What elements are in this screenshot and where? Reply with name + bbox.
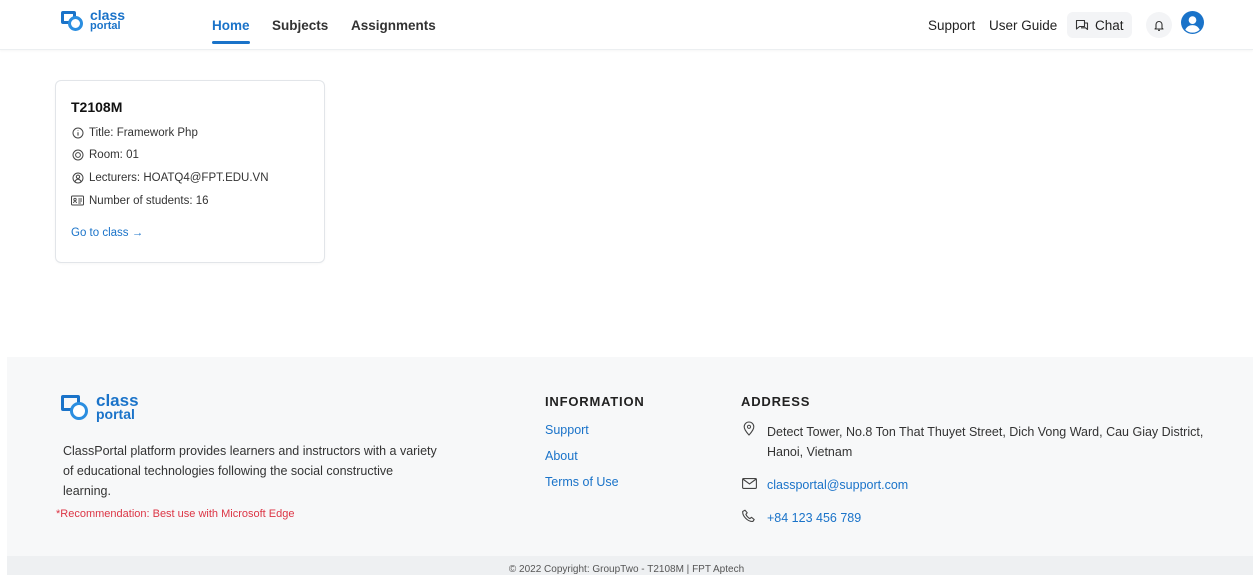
class-lecturers-row: Lecturers: HOATQ4@FPT.EDU.VN	[71, 171, 269, 184]
class-students: Number of students: 16	[89, 194, 209, 207]
footer-description: ClassPortal platform provides learners a…	[63, 444, 437, 498]
class-students-row: Number of students: 16	[71, 194, 209, 207]
address-heading: ADDRESS	[741, 394, 811, 409]
nav-subjects[interactable]: Subjects	[272, 0, 328, 50]
chat-bubble-icon	[1075, 19, 1089, 30]
student-card-icon	[71, 194, 84, 207]
footer-support-link[interactable]: Support	[545, 423, 589, 437]
class-lecturers: Lecturers: HOATQ4@FPT.EDU.VN	[89, 171, 269, 184]
class-room-row: Room: 01	[71, 148, 139, 161]
room-icon	[71, 148, 84, 161]
user-guide-link[interactable]: User Guide	[989, 0, 1057, 50]
footer-phone-link[interactable]: +84 123 456 789	[767, 508, 1207, 528]
lecturer-icon	[71, 171, 84, 184]
go-to-class-link[interactable]: Go to class →	[71, 227, 143, 239]
user-avatar-icon[interactable]	[1181, 11, 1204, 34]
footer-about-link[interactable]: About	[545, 449, 578, 463]
chat-label: Chat	[1095, 17, 1124, 33]
location-pin-icon	[741, 420, 757, 436]
class-title: Title: Framework Php	[89, 126, 198, 139]
support-link[interactable]: Support	[928, 0, 975, 50]
classportal-logo[interactable]: class portal	[60, 8, 125, 33]
browser-recommendation: *Recommendation: Best use with Microsoft…	[56, 508, 295, 520]
phone-icon	[741, 508, 757, 524]
nav-home[interactable]: Home	[212, 0, 250, 50]
information-heading: INFORMATION	[545, 394, 645, 409]
bell-icon	[1154, 20, 1164, 31]
footer-logo[interactable]: class portal	[60, 392, 139, 422]
envelope-icon	[741, 475, 757, 491]
footer-logo-line2: portal	[96, 405, 135, 422]
logo-text-line2: portal	[90, 20, 121, 33]
footer-logo-mark-icon	[60, 394, 92, 421]
class-room: Room: 01	[89, 148, 139, 161]
class-card: T2108M Title: Framework Php Room: 01 Lec…	[55, 80, 325, 263]
notifications-button[interactable]	[1146, 12, 1172, 38]
nav-assignments[interactable]: Assignments	[351, 0, 436, 50]
class-code: T2108M	[71, 99, 123, 115]
info-icon	[71, 126, 84, 139]
copyright-text: © 2022 Copyright: GroupTwo - T2108M | FP…	[508, 564, 745, 575]
class-title-row: Title: Framework Php	[71, 126, 198, 139]
footer-terms-link[interactable]: Terms of Use	[545, 475, 619, 489]
address-location: Detect Tower, No.8 Ton That Thuyet Stree…	[767, 425, 1204, 459]
footer-email-link[interactable]: classportal@support.com	[767, 475, 1207, 495]
logo-mark-icon	[60, 10, 86, 32]
top-navbar: class portal Home Subjects Assignments S…	[0, 0, 1253, 50]
chat-button[interactable]: Chat	[1067, 12, 1132, 38]
